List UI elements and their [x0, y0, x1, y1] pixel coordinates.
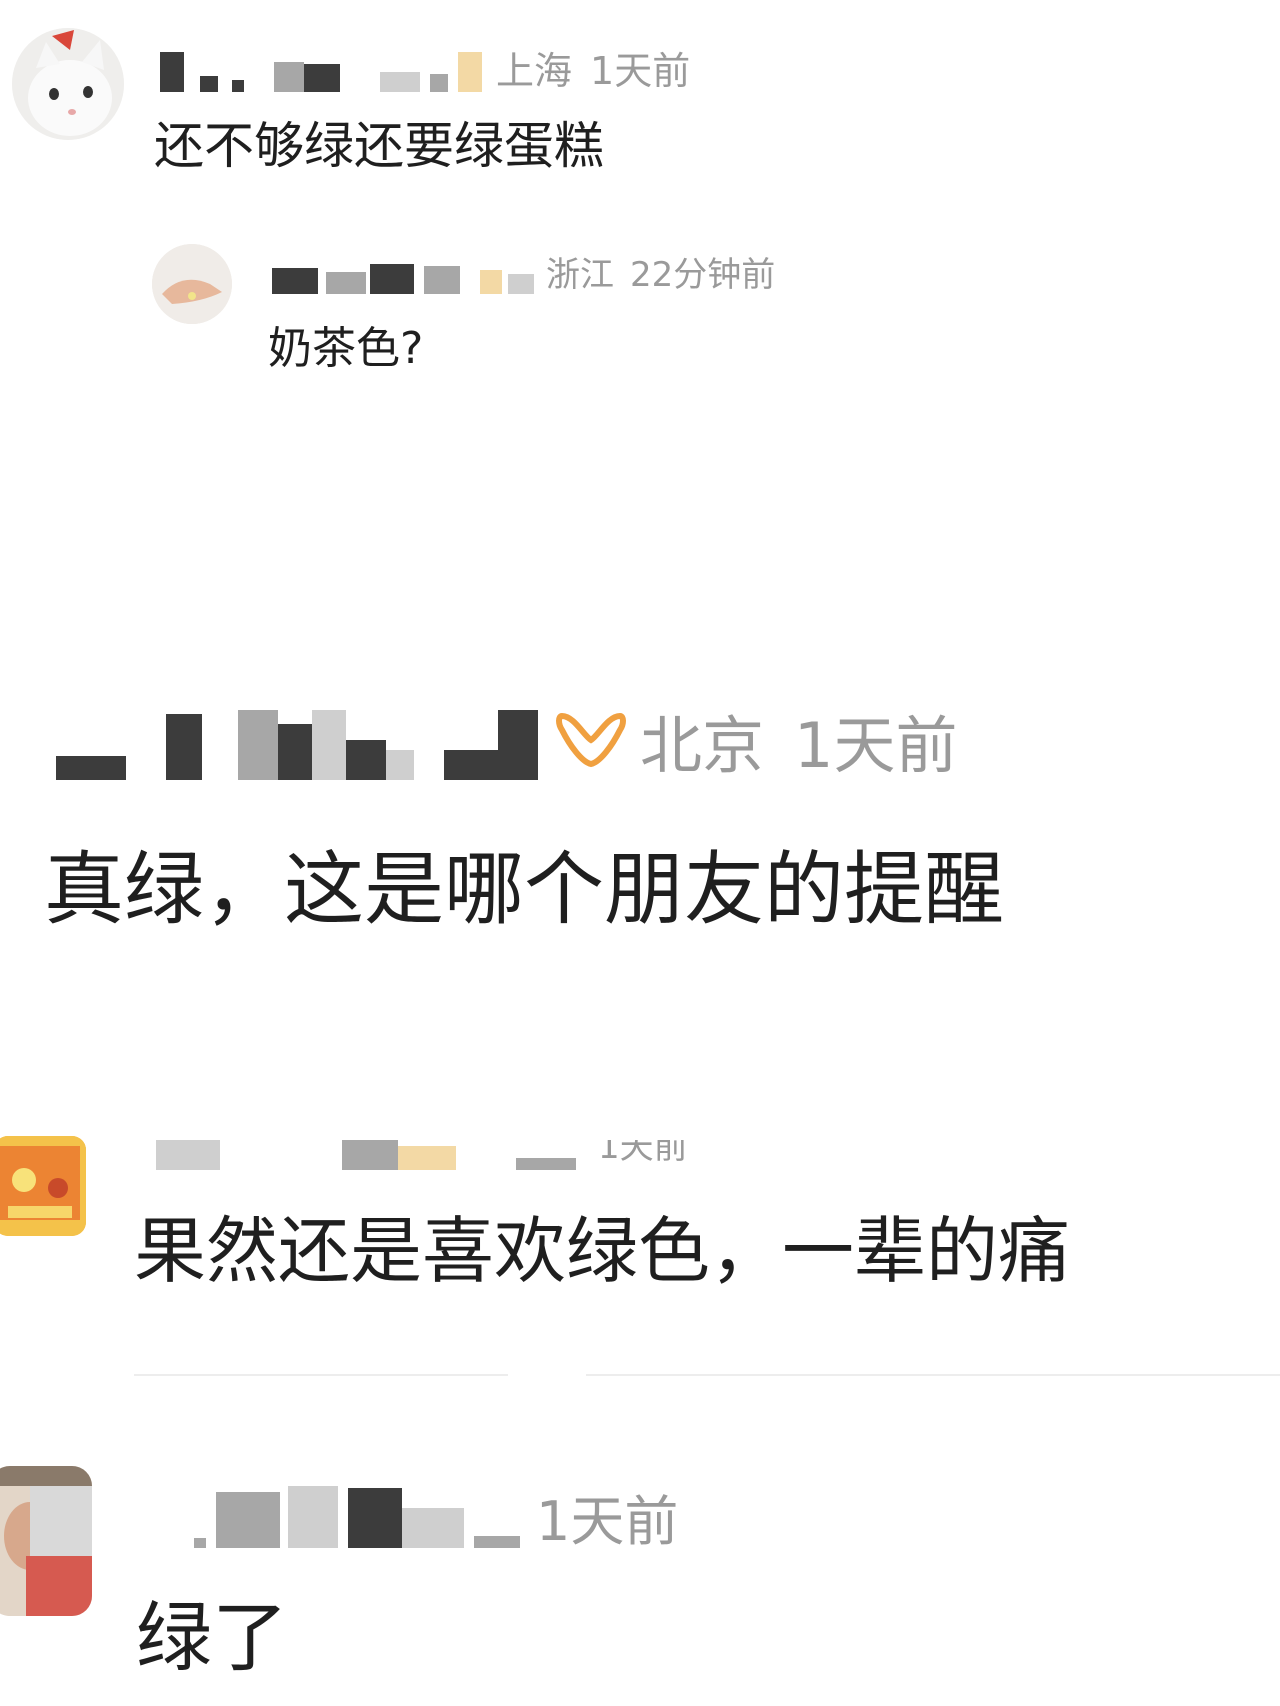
- comment-meta: 上海 1天前: [160, 42, 691, 93]
- comment-time: 22分钟前: [630, 254, 776, 295]
- comment-time: 1天前: [598, 1140, 688, 1167]
- comment-location: 上海: [496, 48, 573, 93]
- comment-meta: 北京 1天前: [56, 700, 957, 782]
- avatar[interactable]: [0, 1136, 86, 1236]
- hand-avatar-icon: [152, 244, 232, 324]
- avatar[interactable]: [0, 1466, 92, 1616]
- comment-time: 1天前: [794, 709, 958, 782]
- username-blurred[interactable]: [56, 700, 538, 780]
- comment-meta: 浙江 22分钟前: [272, 248, 776, 295]
- username-blurred[interactable]: [272, 248, 534, 294]
- comment-text: 绿了: [136, 1593, 288, 1682]
- comment-text: 真绿，这是哪个朋友的提醒: [44, 843, 1004, 936]
- comment-time: 1天前: [590, 48, 691, 93]
- comment-location: 北京: [640, 709, 765, 782]
- comment-text: 果然还是喜欢绿色，一辈的痛: [134, 1209, 1071, 1293]
- vip-badge-icon: [554, 706, 628, 774]
- username-blurred[interactable]: [160, 42, 482, 92]
- cat-avatar-icon: [12, 28, 124, 140]
- username-blurred[interactable]: [156, 1140, 576, 1170]
- photo-avatar-icon: [0, 1466, 92, 1616]
- divider: [586, 1374, 1280, 1376]
- username-blurred[interactable]: [194, 1484, 520, 1548]
- comment-time: 1天前: [536, 1489, 679, 1553]
- comment-meta: 1天前: [194, 1484, 678, 1553]
- divider: [134, 1374, 508, 1376]
- comment-location: 浙江: [546, 254, 614, 295]
- cartoon-avatar-icon: [0, 1136, 86, 1236]
- avatar[interactable]: [152, 244, 232, 324]
- comment-meta: 1天前: [156, 1140, 688, 1170]
- comment-text: 奶茶色?: [268, 323, 424, 374]
- comment-text: 还不够绿还要绿蛋糕: [154, 117, 604, 175]
- avatar[interactable]: [12, 28, 124, 140]
